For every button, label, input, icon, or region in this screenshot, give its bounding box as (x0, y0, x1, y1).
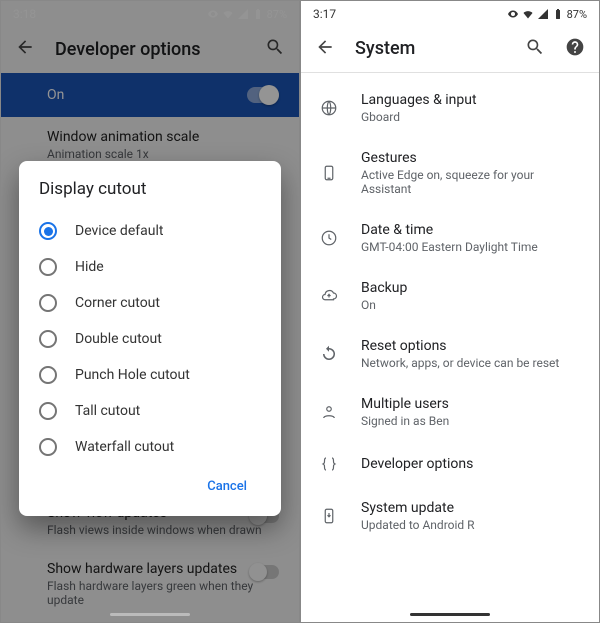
setting-item-reset-options[interactable]: Reset options Network, apps, or device ca… (301, 325, 599, 383)
nav-indicator (110, 613, 190, 616)
radio-option[interactable]: Double cutout (39, 321, 261, 357)
radio-label: Waterfall cutout (75, 439, 174, 455)
settings-list: Languages & input Gboard Gestures Active Ed… (301, 73, 599, 551)
cancel-button[interactable]: Cancel (197, 471, 257, 502)
status-time: 3:17 (313, 7, 336, 21)
setting-title: Date & time (361, 222, 538, 238)
eye-icon (507, 8, 519, 20)
globe-icon (319, 98, 339, 118)
reset-icon (319, 344, 339, 364)
radio-label: Tall cutout (75, 403, 140, 419)
radio-unchecked-icon (39, 258, 57, 276)
setting-subtitle: Gboard (361, 110, 477, 124)
setting-subtitle: Network, apps, or device can be reset (361, 356, 559, 370)
phone-left: 3:18 87% Developer options On Window ani… (0, 0, 300, 623)
setting-item-backup[interactable]: Backup On (301, 267, 599, 325)
page-title-right: System (355, 38, 505, 59)
setting-item-date-time[interactable]: Date & time GMT-04:00 Eastern Daylight Ti… (301, 209, 599, 267)
battery-pct: 87% (567, 8, 587, 21)
radio-unchecked-icon (39, 366, 57, 384)
radio-option[interactable]: Device default (39, 213, 261, 249)
status-icons: 87% (507, 8, 587, 21)
radio-unchecked-icon (39, 402, 57, 420)
setting-item-languages-input[interactable]: Languages & input Gboard (301, 79, 599, 137)
radio-unchecked-icon (39, 438, 57, 456)
dialog-title: Display cutout (39, 179, 261, 199)
radio-label: Double cutout (75, 331, 162, 347)
search-icon[interactable] (525, 37, 545, 61)
radio-label: Corner cutout (75, 295, 160, 311)
setting-title: System update (361, 500, 475, 516)
cloud-icon (319, 286, 339, 306)
clock-icon (319, 228, 339, 248)
setting-item-system-update[interactable]: System update Updated to Android R (301, 487, 599, 545)
setting-title: Backup (361, 280, 407, 296)
nav-indicator (410, 613, 490, 616)
phone-icon (319, 163, 339, 183)
radio-option[interactable]: Punch Hole cutout (39, 357, 261, 393)
radio-option[interactable]: Corner cutout (39, 285, 261, 321)
dialog-actions: Cancel (39, 465, 261, 508)
setting-title: Gestures (361, 150, 581, 166)
setting-title: Developer options (361, 456, 473, 472)
setting-subtitle: GMT-04:00 Eastern Daylight Time (361, 240, 538, 254)
setting-item-developer-options[interactable]: Developer options (301, 441, 599, 487)
update-icon (319, 506, 339, 526)
radio-label: Hide (75, 259, 104, 275)
radio-label: Punch Hole cutout (75, 367, 190, 383)
setting-subtitle: Active Edge on, squeeze for your Assista… (361, 168, 581, 196)
back-icon[interactable] (315, 37, 335, 61)
battery-icon (552, 8, 564, 20)
setting-title: Multiple users (361, 396, 449, 412)
display-cutout-dialog: Display cutout Device default Hide Corner … (19, 161, 281, 516)
appbar-right: System (301, 25, 599, 73)
user-icon (319, 402, 339, 422)
setting-title: Reset options (361, 338, 559, 354)
setting-item-gestures[interactable]: Gestures Active Edge on, squeeze for your… (301, 137, 599, 209)
help-icon[interactable] (565, 37, 585, 61)
radio-checked-icon (39, 222, 57, 240)
radio-list: Device default Hide Corner cutout Double cu… (39, 213, 261, 465)
setting-item-multiple-users[interactable]: Multiple users Signed in as Ben (301, 383, 599, 441)
braces-icon (319, 454, 339, 474)
radio-unchecked-icon (39, 294, 57, 312)
status-bar-right: 3:17 87% (301, 1, 599, 25)
setting-subtitle: On (361, 298, 407, 312)
setting-subtitle: Signed in as Ben (361, 414, 449, 428)
setting-subtitle: Updated to Android R (361, 518, 475, 532)
radio-option[interactable]: Waterfall cutout (39, 429, 261, 465)
radio-label: Device default (75, 223, 163, 239)
wifi-icon (522, 8, 534, 20)
setting-title: Languages & input (361, 92, 477, 108)
radio-unchecked-icon (39, 330, 57, 348)
phone-right: 3:17 87% System Languages & input Gboard G… (300, 0, 600, 623)
radio-option[interactable]: Tall cutout (39, 393, 261, 429)
signal-icon (537, 8, 549, 20)
radio-option[interactable]: Hide (39, 249, 261, 285)
